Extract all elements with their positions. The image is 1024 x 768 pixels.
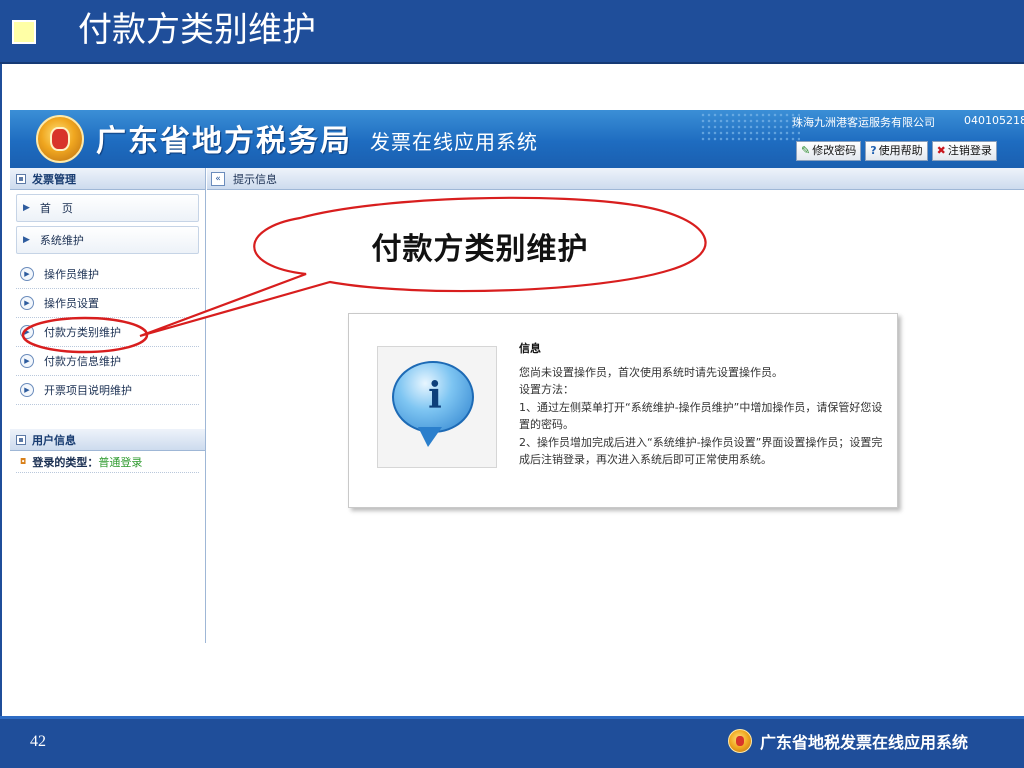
info-line: 设置方法： xyxy=(519,383,574,396)
app-banner: 广东省地方税务局 发票在线应用系统 珠海九洲港客运服务有限公司 04010521… xyxy=(10,110,1024,168)
company-name: 珠海九洲港客运服务有限公司 xyxy=(792,116,935,129)
invoice-panel-header[interactable]: 发票管理 xyxy=(10,168,205,190)
bullet-icon: ◘ xyxy=(20,457,27,466)
slide-header: 付款方类别维护 xyxy=(0,0,1024,64)
help-button[interactable]: ? 使用帮助 xyxy=(865,141,928,161)
sidebar-item-operator-maintenance[interactable]: ▶ 操作员维护 xyxy=(16,260,199,289)
info-line: 2、操作员增加完成后进入“系统维护-操作员设置”界面设置操作员；设置完成后注销登… xyxy=(519,435,883,467)
login-type-value: 普通登录 xyxy=(98,455,143,469)
info-illustration: i xyxy=(377,346,497,468)
content-header-title: 提示信息 xyxy=(233,172,277,186)
sidebar-item-label: 开票项目说明维护 xyxy=(44,384,132,397)
logout-label: 注销登录 xyxy=(947,144,992,157)
slide-bullet-square xyxy=(12,20,36,44)
footer-emblem-icon xyxy=(728,729,752,753)
info-letter-icon: i xyxy=(428,375,442,417)
sidebar-item-operator-settings[interactable]: ▶ 操作员设置 xyxy=(16,289,199,318)
company-code: 0401052184 xyxy=(964,114,1024,127)
info-line: 1、通过左侧菜单打开“系统维护-操作员维护”中增加操作员，请保管好您设置的密码。 xyxy=(519,400,883,432)
change-password-button[interactable]: ✎ 修改密码 xyxy=(796,141,862,161)
login-type-row: ◘ 登录的类型： 普通登录 xyxy=(16,451,199,473)
emblem-shield-icon xyxy=(50,127,70,151)
circle-arrow-icon: ▶ xyxy=(20,325,34,339)
info-text: 信息 您尚未设置操作员，首次使用系统时请先设置操作员。 设置方法： 1、通过左侧… xyxy=(519,340,891,469)
slide-footer: 42 广东省地税发票在线应用系统 xyxy=(0,716,1024,768)
bubble-tail xyxy=(418,427,442,447)
sidebar-item-label: 操作员维护 xyxy=(44,268,99,281)
info-message-box: i 信息 您尚未设置操作员，首次使用系统时请先设置操作员。 设置方法： 1、通过… xyxy=(348,313,898,508)
close-icon: ✖ xyxy=(936,144,946,157)
user-panel-title: 用户信息 xyxy=(32,433,76,447)
sidebar-item-payer-info[interactable]: ▶ 付款方信息维护 xyxy=(16,347,199,376)
page-number: 42 xyxy=(30,733,46,750)
circle-arrow-icon: ▶ xyxy=(20,296,34,310)
footer-brand: 广东省地税发票在线应用系统 xyxy=(760,733,969,752)
logout-button[interactable]: ✖ 注销登录 xyxy=(931,141,997,161)
info-line: 您尚未设置操作员，首次使用系统时请先设置操作员。 xyxy=(519,365,783,379)
circle-arrow-icon: ▶ xyxy=(20,383,34,397)
slide-title: 付款方类别维护 xyxy=(78,10,316,50)
triangle-right-icon: ▶ xyxy=(23,235,30,245)
sidebar-item-payer-category[interactable]: ▶ 付款方类别维护 xyxy=(16,318,199,347)
sidebar-item-label: 系统维护 xyxy=(39,234,84,247)
invoice-panel-title: 发票管理 xyxy=(32,172,76,186)
content-header: « 提示信息 xyxy=(207,168,1024,190)
collapse-sidebar-icon[interactable]: « xyxy=(211,171,225,186)
info-bubble-icon: i xyxy=(392,361,474,433)
sidebar-item-invoice-item-description[interactable]: ▶ 开票项目说明维护 xyxy=(16,376,199,405)
panel-collapse-icon xyxy=(16,173,26,184)
banner-dot-pattern xyxy=(700,112,800,142)
tax-bureau-emblem-icon xyxy=(36,115,84,163)
edit-icon: ✎ xyxy=(801,144,811,157)
user-panel-header[interactable]: 用户信息 xyxy=(10,429,205,451)
panel-collapse-icon xyxy=(16,434,26,445)
sidebar: 发票管理 ▶ 首 页 ▶ 系统维护 ▶ 操作员维护 ▶ 操作员设置 ▶ 付款方类… xyxy=(10,168,206,643)
sidebar-item-system-maintenance[interactable]: ▶ 系统维护 xyxy=(16,226,199,254)
app-name: 广东省地方税务局 xyxy=(96,124,352,159)
sidebar-item-label: 首 页 xyxy=(39,202,73,215)
sidebar-item-label: 付款方类别维护 xyxy=(44,326,121,339)
circle-arrow-icon: ▶ xyxy=(20,354,34,368)
sidebar-item-label: 付款方信息维护 xyxy=(44,355,121,368)
change-password-label: 修改密码 xyxy=(812,144,857,157)
login-type-label: 登录的类型： xyxy=(32,455,99,469)
sidebar-item-home[interactable]: ▶ 首 页 xyxy=(16,194,199,222)
help-label: 使用帮助 xyxy=(878,144,923,157)
sidebar-item-label: 操作员设置 xyxy=(44,297,99,310)
top-toolbar: ✎ 修改密码 ? 使用帮助 ✖ 注销登录 xyxy=(796,141,997,161)
info-title: 信息 xyxy=(519,342,541,355)
circle-arrow-icon: ▶ xyxy=(20,267,34,281)
triangle-right-icon: ▶ xyxy=(23,203,30,213)
help-icon: ? xyxy=(870,144,877,157)
callout-text: 付款方类别维护 xyxy=(371,232,589,267)
app-subname: 发票在线应用系统 xyxy=(370,130,538,154)
